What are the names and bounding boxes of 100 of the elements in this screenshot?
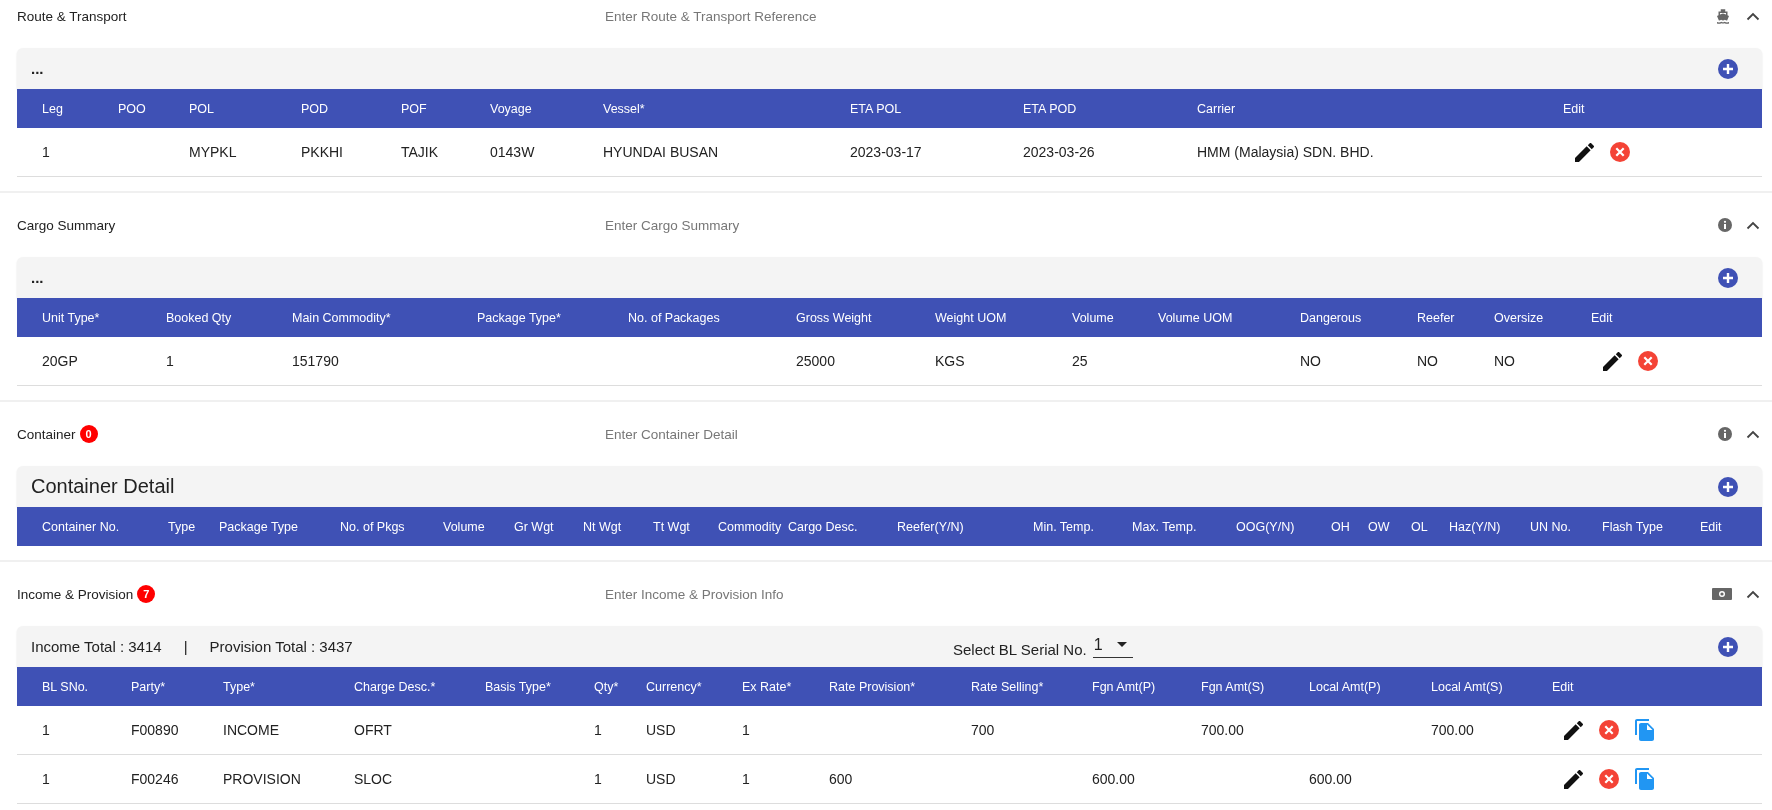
column-header: Commodity (718, 519, 783, 534)
column-header: Flash Type (1602, 519, 1664, 534)
column-header: UN No. (1530, 519, 1572, 534)
chevron-icon[interactable] (1746, 429, 1760, 439)
column-header: Vessel* (603, 101, 646, 116)
ellipsis-text: ... (31, 60, 44, 77)
total-text: Income Total : 3414 (31, 638, 162, 655)
ellipsis-text: ... (31, 269, 44, 286)
reference-input[interactable]: Enter Cargo Summary (605, 217, 1718, 233)
column-header: POO (118, 101, 147, 116)
table-cell-text: 151790 (292, 353, 340, 369)
total-text: | (183, 638, 188, 655)
column-header: Charge Desc.* (354, 679, 437, 694)
column-header: Carrier (1197, 101, 1237, 116)
chevron-icon[interactable] (1746, 11, 1760, 21)
column-header: Weight UOM (935, 310, 1008, 325)
column-header: Dangerous (1300, 310, 1363, 325)
column-header: ETA POD (1023, 101, 1078, 116)
column-header: BL SNo. (42, 679, 90, 694)
pencil-icon[interactable] (1603, 351, 1622, 371)
copy-icon[interactable] (1635, 719, 1654, 741)
column-header: Edit (1700, 519, 1723, 534)
chevron-icon[interactable] (1746, 589, 1760, 599)
column-header: Reefer (1417, 310, 1456, 325)
table-cell-text: 700.00 (1431, 722, 1475, 738)
table-cell-text: 2023-03-26 (1023, 144, 1096, 160)
column-header: Party* (131, 679, 167, 694)
table-cell-text: INCOME (223, 722, 280, 738)
select-label: Select BL Serial No. (953, 640, 1087, 658)
column-header: Cargo Desc. (788, 519, 859, 534)
reference-input[interactable]: Enter Route & Transport Reference (605, 8, 1714, 24)
column-header: Type* (223, 679, 256, 694)
column-header: Max. Temp. (1132, 519, 1198, 534)
count-badge: 7 (137, 585, 156, 603)
ship-icon (1714, 7, 1732, 25)
column-header: Ex Rate* (742, 679, 793, 694)
chevron-icon[interactable] (1746, 220, 1760, 230)
add-icon[interactable] (1718, 58, 1738, 79)
table-cell-text: 1 (42, 722, 51, 738)
column-header: Voyage (490, 101, 533, 116)
table-cell-text: 700.00 (1201, 722, 1245, 738)
column-header: Edit (1563, 101, 1586, 116)
table-cell-text: 0143W (490, 144, 536, 160)
pencil-icon[interactable] (1575, 142, 1594, 162)
column-header: Rate Provision* (829, 679, 917, 694)
table-cell-text: PROVISION (223, 771, 302, 787)
table-cell-text: TAJIK (401, 144, 440, 160)
table-cell-text: PKKHI (301, 144, 344, 160)
column-header: Reefer(Y/N) (897, 519, 965, 534)
column-header: Local Amt(P) (1309, 679, 1382, 694)
copy-icon[interactable] (1635, 768, 1654, 790)
table-cell-text: 600 (829, 771, 854, 787)
column-header: Edit (1552, 679, 1575, 694)
add-icon[interactable] (1718, 476, 1738, 497)
section-title: Container (17, 426, 76, 442)
column-header: Unit Type* (42, 310, 101, 325)
column-header: Type (168, 519, 197, 534)
delete-icon[interactable] (1610, 142, 1630, 162)
section-title: Income & Provision (17, 586, 134, 602)
table-cell-text: USD (646, 722, 677, 738)
table-cell-text: 1 (594, 722, 603, 738)
column-header: Volume UOM (1158, 310, 1234, 325)
column-header: POF (401, 101, 428, 116)
table-cell-text: 1 (742, 771, 751, 787)
column-header: Volume (1072, 310, 1115, 325)
table-cell-text: MYPKL (189, 144, 238, 160)
column-header: Local Amt(S) (1431, 679, 1504, 694)
table-cell-text: NO (1300, 353, 1322, 369)
table-cell-text: OFRT (354, 722, 393, 738)
table-cell-text: 1 (42, 771, 51, 787)
delete-icon[interactable] (1599, 769, 1619, 789)
pencil-icon[interactable] (1564, 769, 1583, 789)
table-cell-text: 25000 (796, 353, 836, 369)
column-header: ETA POL (850, 101, 903, 116)
table-cell-text: 2023-03-17 (850, 144, 923, 160)
column-header: Tt Wgt (653, 519, 691, 534)
serial-select[interactable]: 1 (1092, 635, 1133, 658)
column-header: Oversize (1494, 310, 1545, 325)
reference-input[interactable]: Enter Income & Provision Info (605, 586, 1712, 602)
delete-icon[interactable] (1599, 720, 1619, 740)
column-header: OW (1368, 519, 1391, 534)
column-header: Main Commodity* (292, 310, 392, 325)
table-cell-text: F00246 (131, 771, 180, 787)
table-cell-text: 25 (1072, 353, 1089, 369)
column-header: POL (189, 101, 215, 116)
reference-input[interactable]: Enter Container Detail (605, 426, 1718, 442)
table-cell-text: HYUNDAI BUSAN (603, 144, 720, 160)
table-cell-text: SLOC (354, 771, 394, 787)
column-header: Basis Type* (485, 679, 552, 694)
column-header: No. of Packages (628, 310, 721, 325)
add-icon[interactable] (1718, 267, 1738, 288)
column-header: Leg (42, 101, 64, 116)
delete-icon[interactable] (1638, 351, 1658, 371)
table-cell-text: NO (1494, 353, 1516, 369)
pencil-icon[interactable] (1564, 720, 1583, 740)
column-header: Rate Selling* (971, 679, 1045, 694)
add-icon[interactable] (1718, 636, 1738, 657)
column-header: OH (1331, 519, 1351, 534)
table-cell-text: NO (1417, 353, 1439, 369)
column-header: POD (301, 101, 330, 116)
